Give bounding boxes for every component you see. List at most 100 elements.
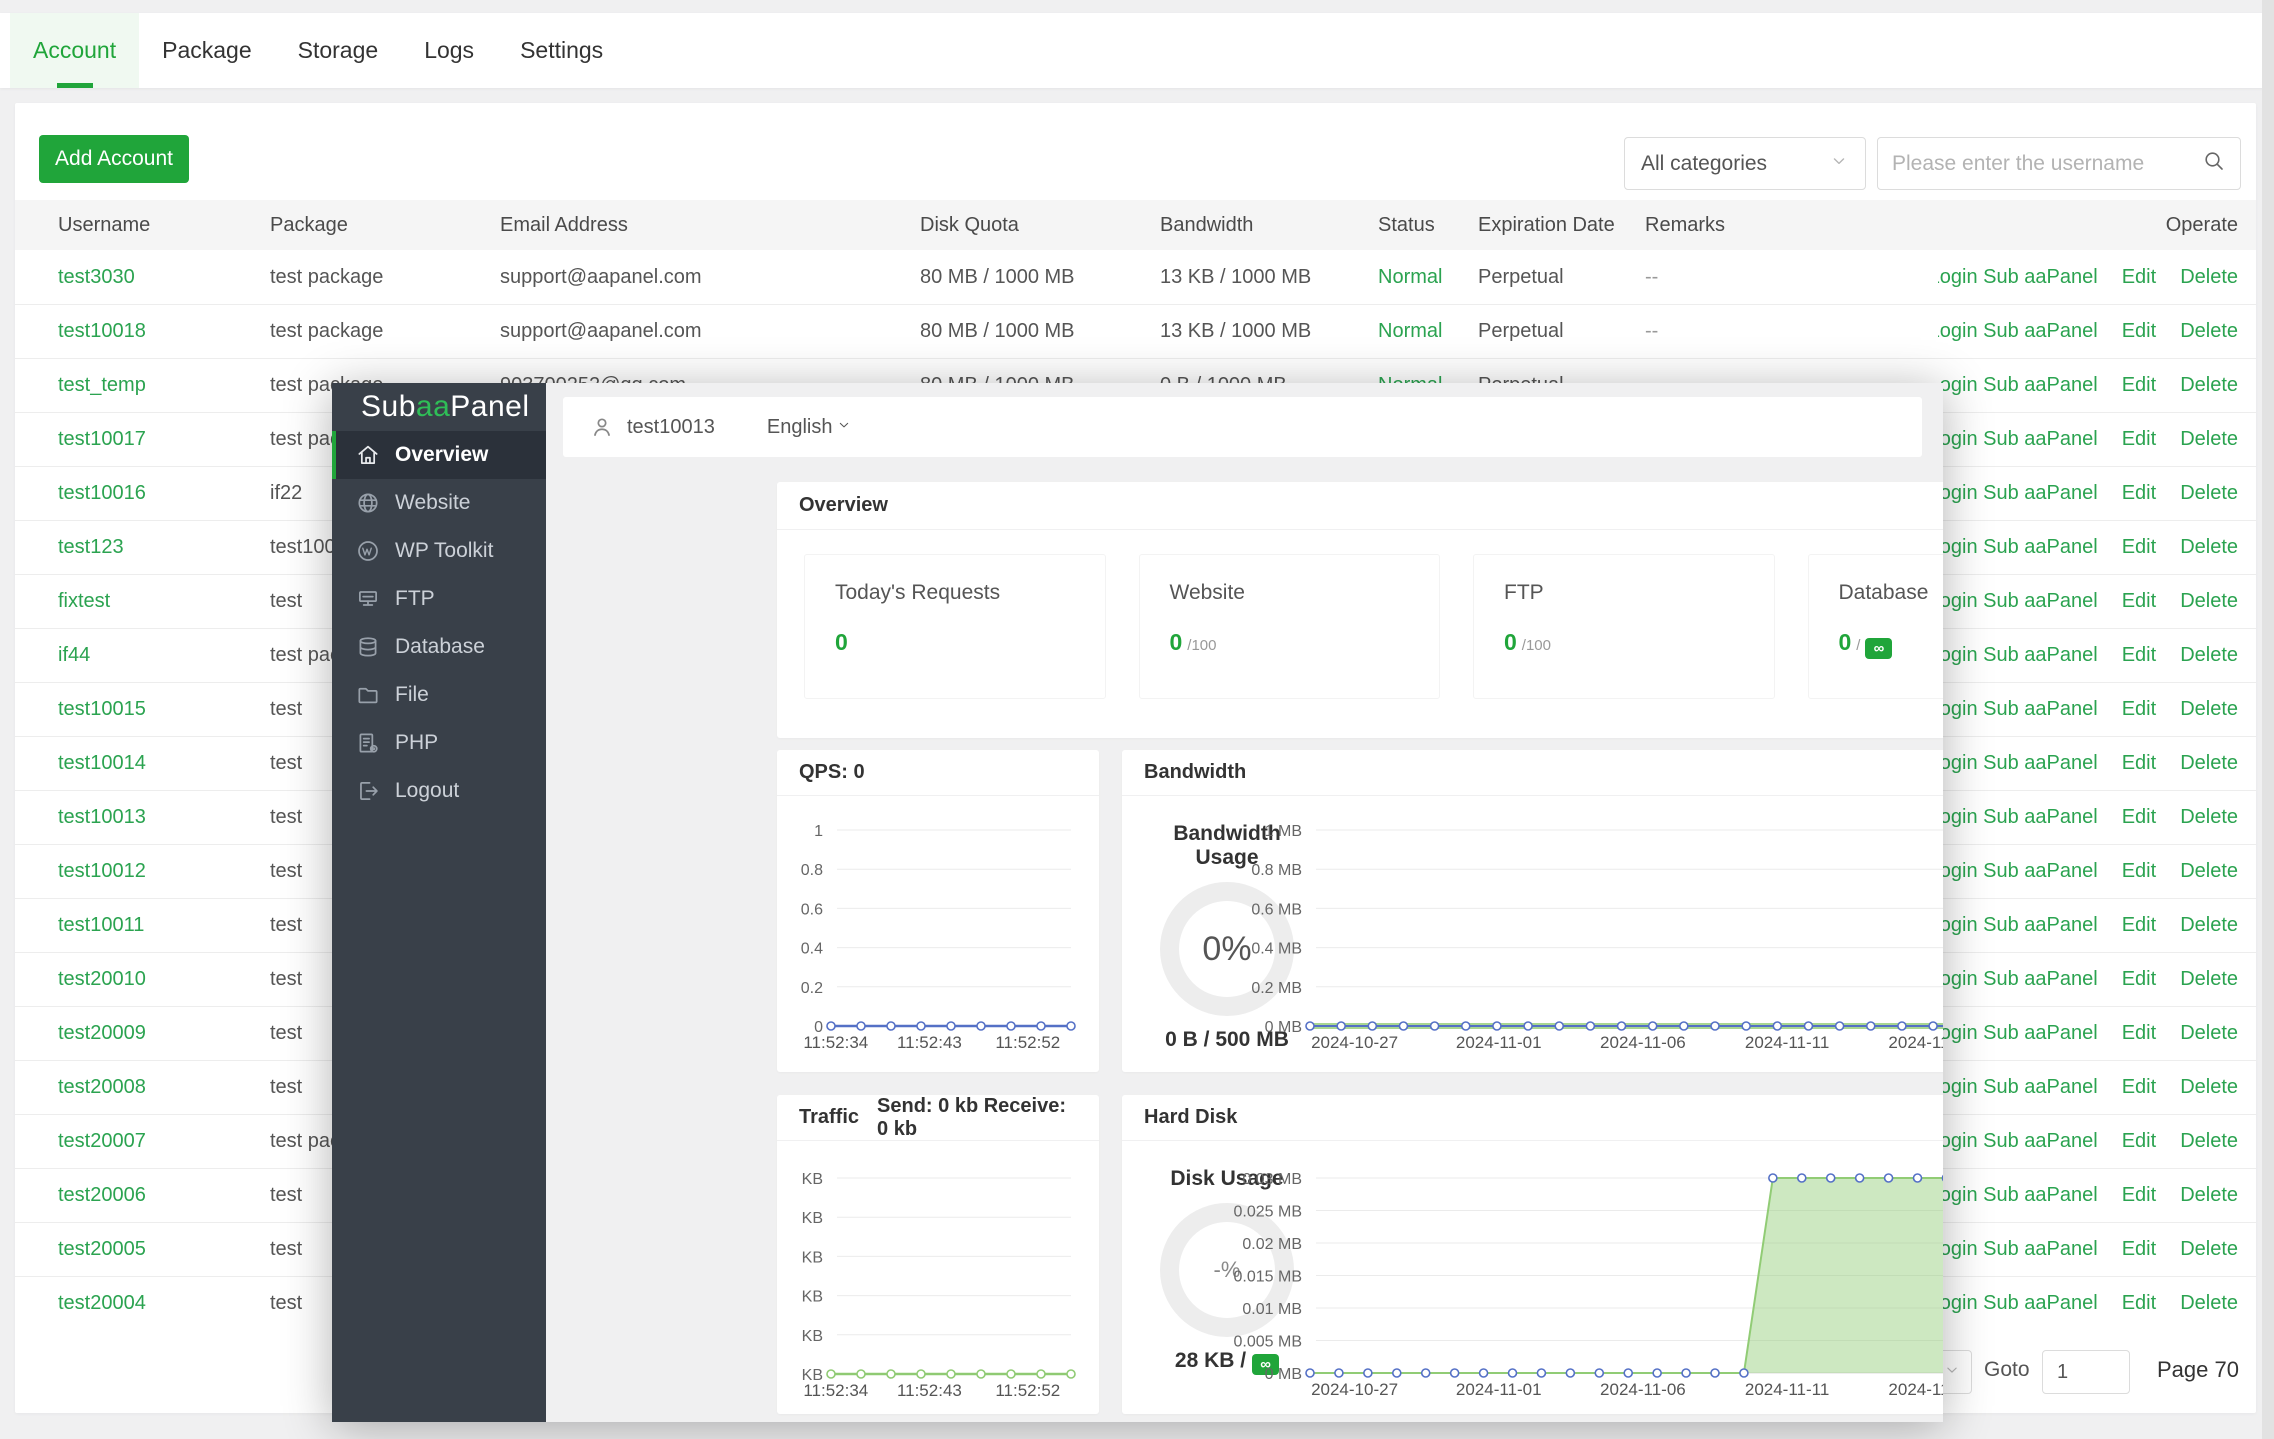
- operate-login-sub-aapanel[interactable]: Login Sub aaPanel: [1938, 1238, 2098, 1261]
- operate-login-sub-aapanel[interactable]: Login Sub aaPanel: [1938, 752, 2098, 775]
- operate-delete[interactable]: Delete: [2180, 374, 2238, 397]
- operate-edit[interactable]: Edit: [2122, 644, 2156, 667]
- operate-login-sub-aapanel[interactable]: Login Sub aaPanel: [1938, 1022, 2098, 1045]
- operate-delete[interactable]: Delete: [2180, 1130, 2238, 1153]
- sidebar-item-wp-toolkit[interactable]: WP Toolkit: [332, 527, 546, 575]
- operate-delete[interactable]: Delete: [2180, 1184, 2238, 1207]
- operate-login-sub-aapanel[interactable]: Login Sub aaPanel: [1938, 806, 2098, 829]
- add-account-button[interactable]: Add Account: [39, 135, 189, 183]
- cell-username[interactable]: test10017: [58, 428, 270, 451]
- operate-delete[interactable]: Delete: [2180, 968, 2238, 991]
- operate-delete[interactable]: Delete: [2180, 1076, 2238, 1099]
- language-dropdown[interactable]: English: [767, 416, 853, 439]
- modal-sidebar: Sub aaPanel OverviewWebsiteWP ToolkitFTP…: [332, 383, 546, 1422]
- operate-login-sub-aapanel[interactable]: Login Sub aaPanel: [1938, 482, 2098, 505]
- operate-edit[interactable]: Edit: [2122, 482, 2156, 505]
- operate-edit[interactable]: Edit: [2122, 1238, 2156, 1261]
- operate-delete[interactable]: Delete: [2180, 266, 2238, 289]
- operate-delete[interactable]: Delete: [2180, 644, 2238, 667]
- tab-logs[interactable]: Logs: [401, 13, 497, 88]
- category-filter-select[interactable]: All categories: [1624, 137, 1866, 190]
- operate-edit[interactable]: Edit: [2122, 1022, 2156, 1045]
- tab-storage[interactable]: Storage: [275, 13, 402, 88]
- operate-delete[interactable]: Delete: [2180, 698, 2238, 721]
- operate-edit[interactable]: Edit: [2122, 1184, 2156, 1207]
- cell-username[interactable]: test20010: [58, 968, 270, 991]
- cell-username[interactable]: test20005: [58, 1238, 270, 1261]
- tab-package[interactable]: Package: [139, 13, 275, 88]
- operate-edit[interactable]: Edit: [2122, 320, 2156, 343]
- operate-login-sub-aapanel[interactable]: Login Sub aaPanel: [1938, 1076, 2098, 1099]
- operate-login-sub-aapanel[interactable]: Login Sub aaPanel: [1938, 536, 2098, 559]
- operate-delete[interactable]: Delete: [2180, 482, 2238, 505]
- cell-username[interactable]: test20009: [58, 1022, 270, 1045]
- operate-delete[interactable]: Delete: [2180, 914, 2238, 937]
- cell-username[interactable]: test10011: [58, 914, 270, 937]
- operate-delete[interactable]: Delete: [2180, 1238, 2238, 1261]
- cell-username[interactable]: test10012: [58, 860, 270, 883]
- operate-login-sub-aapanel[interactable]: Login Sub aaPanel: [1938, 374, 2098, 397]
- cell-username[interactable]: test_temp: [58, 374, 270, 397]
- operate-edit[interactable]: Edit: [2122, 266, 2156, 289]
- operate-delete[interactable]: Delete: [2180, 860, 2238, 883]
- operate-edit[interactable]: Edit: [2122, 1130, 2156, 1153]
- operate-login-sub-aapanel[interactable]: Login Sub aaPanel: [1938, 968, 2098, 991]
- cell-username[interactable]: if44: [58, 644, 270, 667]
- search-input[interactable]: [1892, 152, 2202, 176]
- operate-login-sub-aapanel[interactable]: Login Sub aaPanel: [1938, 266, 2098, 289]
- operate-edit[interactable]: Edit: [2122, 698, 2156, 721]
- cell-username[interactable]: test10016: [58, 482, 270, 505]
- operate-login-sub-aapanel[interactable]: Login Sub aaPanel: [1938, 428, 2098, 451]
- cell-username[interactable]: test20006: [58, 1184, 270, 1207]
- operate-edit[interactable]: Edit: [2122, 860, 2156, 883]
- operate-delete[interactable]: Delete: [2180, 428, 2238, 451]
- operate-delete[interactable]: Delete: [2180, 1022, 2238, 1045]
- operate-edit[interactable]: Edit: [2122, 806, 2156, 829]
- cell-username[interactable]: test20007: [58, 1130, 270, 1153]
- sidebar-item-overview[interactable]: Overview: [332, 431, 546, 479]
- cell-username[interactable]: test10014: [58, 752, 270, 775]
- sidebar-item-php[interactable]: PHP: [332, 719, 546, 767]
- operate-login-sub-aapanel[interactable]: Login Sub aaPanel: [1938, 590, 2098, 613]
- operate-edit[interactable]: Edit: [2122, 590, 2156, 613]
- sidebar-item-logout[interactable]: Logout: [332, 767, 546, 815]
- cell-username[interactable]: test10013: [58, 806, 270, 829]
- operate-edit[interactable]: Edit: [2122, 374, 2156, 397]
- sidebar-item-file[interactable]: File: [332, 671, 546, 719]
- operate-delete[interactable]: Delete: [2180, 1292, 2238, 1315]
- operate-login-sub-aapanel[interactable]: Login Sub aaPanel: [1938, 860, 2098, 883]
- operate-login-sub-aapanel[interactable]: Login Sub aaPanel: [1938, 644, 2098, 667]
- operate-edit[interactable]: Edit: [2122, 1292, 2156, 1315]
- operate-login-sub-aapanel[interactable]: Login Sub aaPanel: [1938, 698, 2098, 721]
- sidebar-item-ftp[interactable]: FTP: [332, 575, 546, 623]
- operate-login-sub-aapanel[interactable]: Login Sub aaPanel: [1938, 320, 2098, 343]
- operate-edit[interactable]: Edit: [2122, 752, 2156, 775]
- operate-login-sub-aapanel[interactable]: Login Sub aaPanel: [1938, 1130, 2098, 1153]
- sidebar-item-website[interactable]: Website: [332, 479, 546, 527]
- cell-username[interactable]: fixtest: [58, 590, 270, 613]
- tab-account[interactable]: Account: [10, 13, 139, 88]
- operate-login-sub-aapanel[interactable]: Login Sub aaPanel: [1938, 914, 2098, 937]
- sidebar-item-database[interactable]: Database: [332, 623, 546, 671]
- tab-settings[interactable]: Settings: [497, 13, 626, 88]
- operate-edit[interactable]: Edit: [2122, 1076, 2156, 1099]
- operate-login-sub-aapanel[interactable]: Login Sub aaPanel: [1938, 1292, 2098, 1315]
- operate-login-sub-aapanel[interactable]: Login Sub aaPanel: [1938, 1184, 2098, 1207]
- operate-delete[interactable]: Delete: [2180, 752, 2238, 775]
- cell-username[interactable]: test3030: [58, 266, 270, 289]
- operate-delete[interactable]: Delete: [2180, 320, 2238, 343]
- operate-delete[interactable]: Delete: [2180, 536, 2238, 559]
- cell-username[interactable]: test20008: [58, 1076, 270, 1099]
- cell-username[interactable]: test123: [58, 536, 270, 559]
- search-icon[interactable]: [2202, 149, 2226, 178]
- operate-delete[interactable]: Delete: [2180, 806, 2238, 829]
- cell-username[interactable]: test20004: [58, 1292, 270, 1315]
- goto-page-input[interactable]: [2042, 1350, 2130, 1394]
- operate-edit[interactable]: Edit: [2122, 914, 2156, 937]
- operate-delete[interactable]: Delete: [2180, 590, 2238, 613]
- operate-edit[interactable]: Edit: [2122, 428, 2156, 451]
- cell-username[interactable]: test10018: [58, 320, 270, 343]
- operate-edit[interactable]: Edit: [2122, 536, 2156, 559]
- operate-edit[interactable]: Edit: [2122, 968, 2156, 991]
- cell-username[interactable]: test10015: [58, 698, 270, 721]
